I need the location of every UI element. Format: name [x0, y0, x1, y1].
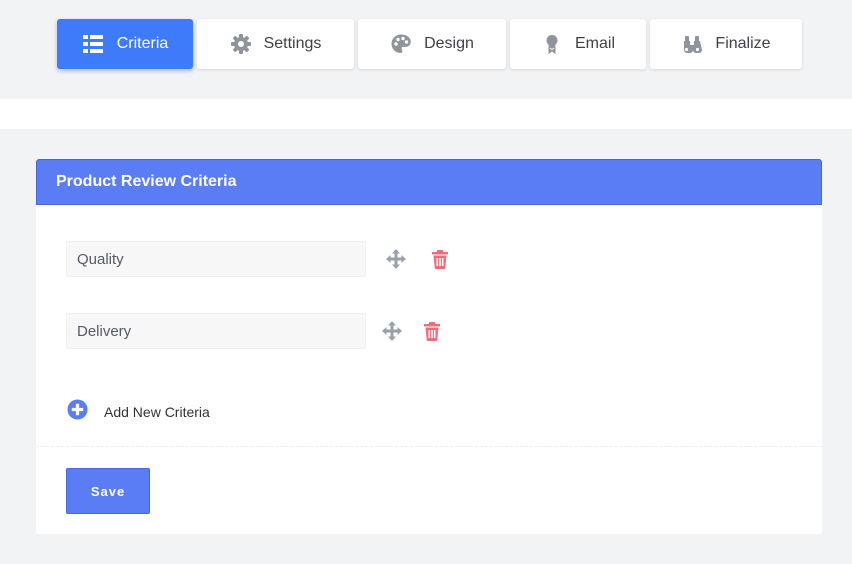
criteria-panel: Product Review Criteria Add New Criteria…: [36, 159, 822, 534]
tab-label: Criteria: [116, 35, 169, 52]
tab-bar: Criteria Settings Design Email Finalize: [57, 19, 802, 69]
plus-circle-icon: [67, 399, 88, 425]
add-criteria-label: Add New Criteria: [104, 404, 210, 420]
tab-criteria[interactable]: Criteria: [57, 19, 193, 69]
award-ribbon-icon: [541, 33, 563, 55]
tab-settings[interactable]: Settings: [197, 19, 354, 69]
move-icon[interactable]: [381, 320, 403, 342]
criteria-row: [66, 313, 443, 349]
divider-strip: [0, 99, 852, 129]
tab-email[interactable]: Email: [510, 19, 646, 69]
gear-icon: [230, 33, 252, 55]
criteria-row: [66, 241, 451, 277]
criteria-input[interactable]: [66, 241, 366, 277]
add-new-criteria-button[interactable]: Add New Criteria: [67, 399, 210, 425]
tab-label: Design: [424, 35, 474, 52]
binoculars-icon: [681, 33, 703, 55]
divider: [36, 446, 822, 447]
panel-title: Product Review Criteria: [36, 159, 822, 205]
tab-label: Finalize: [715, 35, 771, 52]
save-button[interactable]: Save: [66, 468, 150, 514]
tab-design[interactable]: Design: [358, 19, 506, 69]
criteria-input[interactable]: [66, 313, 366, 349]
palette-icon: [390, 33, 412, 55]
list-icon: [82, 33, 104, 55]
tab-finalize[interactable]: Finalize: [650, 19, 802, 69]
tab-label: Settings: [263, 35, 322, 52]
tab-label: Email: [574, 35, 615, 52]
move-icon[interactable]: [385, 248, 407, 270]
delete-icon[interactable]: [429, 248, 451, 270]
delete-icon[interactable]: [421, 320, 443, 342]
